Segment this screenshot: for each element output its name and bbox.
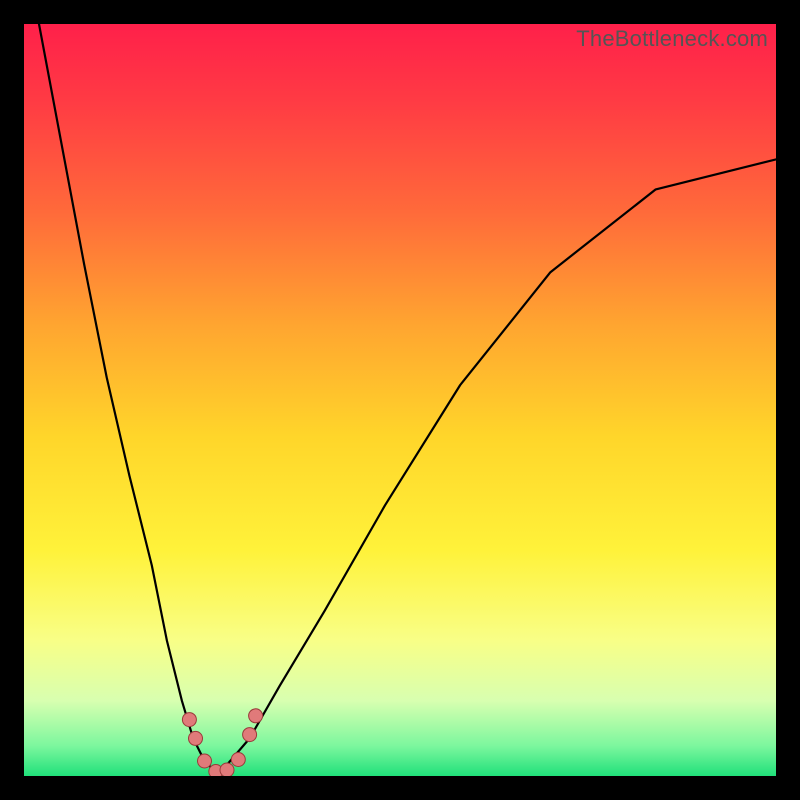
plot-frame: TheBottleneck.com bbox=[24, 24, 776, 776]
chart-svg bbox=[24, 24, 776, 776]
watermark-text: TheBottleneck.com bbox=[576, 26, 768, 52]
gradient-background bbox=[24, 24, 776, 776]
highlight-marker bbox=[189, 731, 203, 745]
highlight-marker bbox=[249, 709, 263, 723]
highlight-marker bbox=[198, 754, 212, 768]
highlight-marker bbox=[243, 728, 257, 742]
highlight-marker bbox=[231, 753, 245, 767]
highlight-marker bbox=[220, 763, 234, 776]
highlight-marker bbox=[182, 713, 196, 727]
